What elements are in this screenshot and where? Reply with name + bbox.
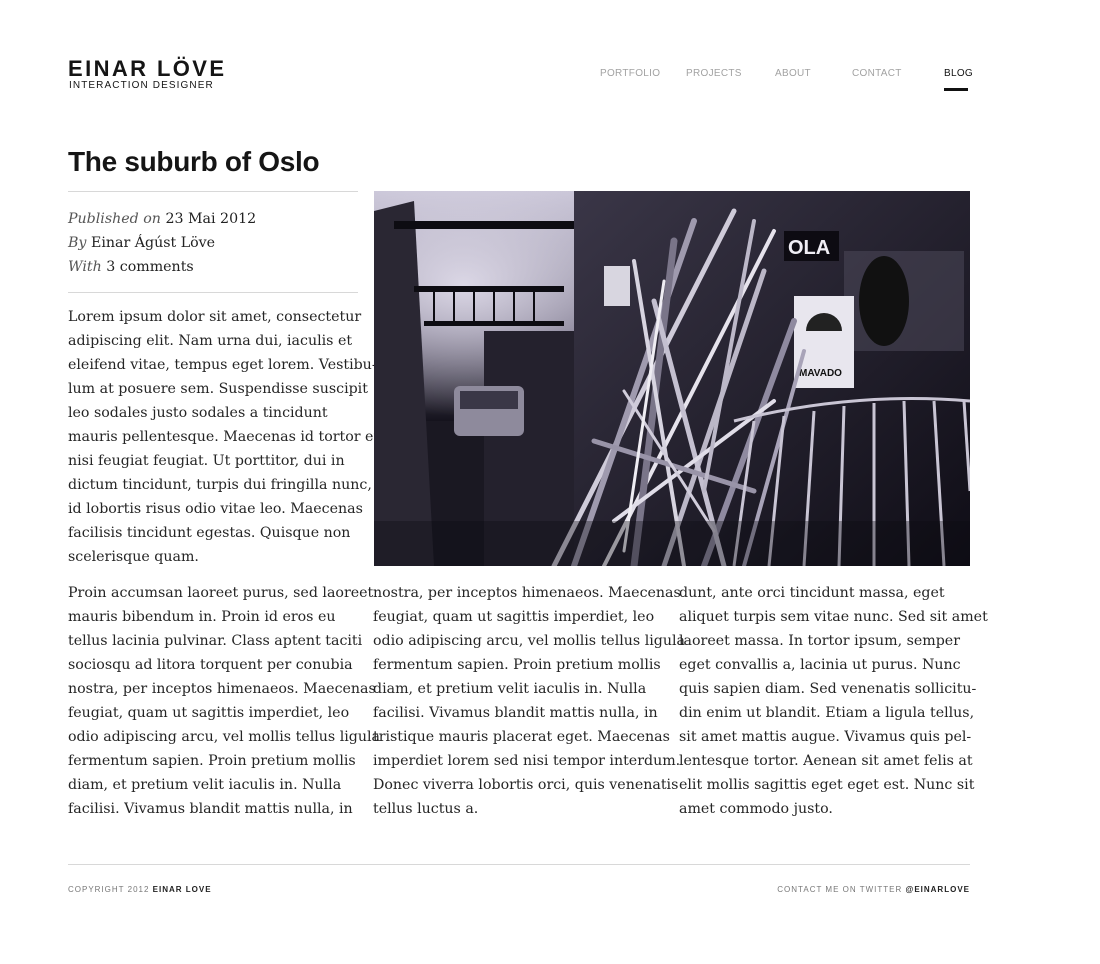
copyright-name: EINAR LOVE: [152, 885, 212, 894]
meta-with-label: With: [68, 259, 102, 275]
post-column-1: Proin accumsan laoreet purus, sed laoree…: [68, 585, 380, 817]
nav-item-about[interactable]: ABOUT: [775, 68, 811, 80]
footer-divider: [68, 864, 970, 865]
nav-item-projects[interactable]: PROJECTS: [686, 68, 742, 80]
post-intro: Lorem ipsum dolor sit amet, consectetur …: [68, 309, 380, 565]
post-column-3: dunt, ante orci tincidunt massa, eget al…: [679, 585, 988, 817]
meta-comments: With 3 comments: [68, 255, 358, 279]
meta-author: By Einar Ágúst Löve: [68, 231, 358, 255]
nav-active-indicator: [944, 88, 968, 91]
meta-bottom-divider: [68, 292, 358, 293]
image-sign-ola: OLA: [788, 237, 830, 259]
meta-published: Published on 23 Mai 2012: [68, 207, 358, 231]
image-sign-mavado: MAVADO: [799, 368, 842, 379]
meta-by-label: By: [68, 235, 87, 251]
nav-item-blog[interactable]: BLOG: [944, 68, 973, 80]
post-column-2: nostra, per inceptos himenaeos. Maecenas…: [373, 585, 685, 817]
contact-text: CONTACT ME ON TWITTER: [777, 885, 903, 894]
copyright-text: COPYRIGHT 2012: [68, 885, 150, 894]
site-name[interactable]: EINAR LÖVE: [68, 57, 226, 81]
post-image: OLA MAVADO: [374, 191, 970, 566]
meta-comments-link[interactable]: 3 comments: [106, 259, 193, 275]
nav-item-contact[interactable]: CONTACT: [852, 68, 902, 80]
meta-author-name[interactable]: Einar Ágúst Löve: [91, 235, 215, 251]
meta-published-date: 23 Mai 2012: [165, 211, 257, 227]
site-tagline: INTERACTION DESIGNER: [69, 80, 214, 91]
nav-item-portfolio[interactable]: PORTFOLIO: [600, 68, 660, 80]
meta-top-divider: [68, 191, 358, 192]
post-title: The suburb of Oslo: [68, 146, 320, 177]
twitter-link[interactable]: @EINARLOVE: [906, 885, 970, 894]
footer-copyright: COPYRIGHT 2012 EINAR LOVE: [68, 885, 212, 895]
post-meta: Published on 23 Mai 2012 By Einar Ágúst …: [68, 207, 358, 279]
footer-contact: CONTACT ME ON TWITTER @EINARLOVE: [777, 885, 970, 895]
meta-published-label: Published on: [68, 211, 161, 227]
